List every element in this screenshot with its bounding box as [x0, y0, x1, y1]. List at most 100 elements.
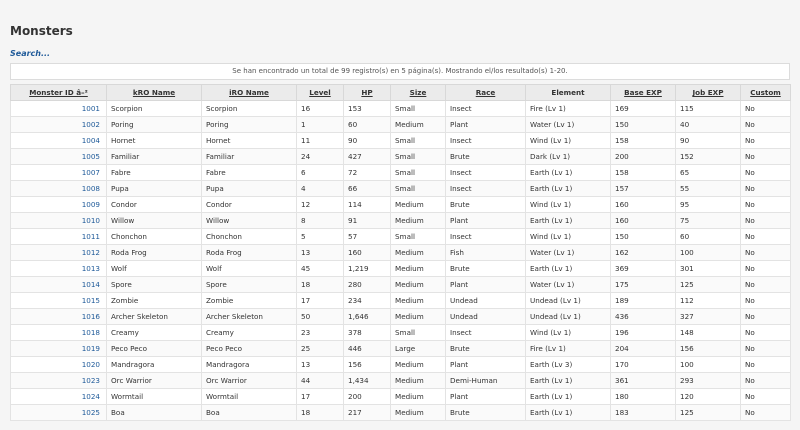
cell-level: 25: [296, 340, 344, 357]
monster-id-link[interactable]: 1010: [82, 216, 100, 225]
cell-custom: No: [740, 132, 791, 149]
cell-monster-id[interactable]: 1016: [10, 308, 107, 325]
cell-element: Earth (Lv 1): [525, 372, 611, 389]
col-header-custom[interactable]: Custom: [740, 84, 791, 101]
monster-id-link[interactable]: 1012: [82, 248, 100, 257]
job-exp-sort-link[interactable]: Job EXP: [693, 88, 724, 97]
hp-sort-link[interactable]: HP: [361, 88, 372, 97]
cell-monster-id[interactable]: 1014: [10, 276, 107, 293]
cell-kro-name: Condor: [106, 196, 202, 213]
cell-monster-id[interactable]: 1023: [10, 372, 107, 389]
cell-hp: 160: [343, 244, 391, 261]
col-header-hp[interactable]: HP: [343, 84, 391, 101]
cell-monster-id[interactable]: 1015: [10, 292, 107, 309]
monster-id-link[interactable]: 1025: [82, 408, 100, 417]
cell-job-exp: 60: [675, 228, 741, 245]
cell-custom: No: [740, 180, 791, 197]
cell-race: Plant: [445, 116, 526, 133]
table-row: 1024 Wormtail Wormtail 17 200 Medium Plant Eart…: [10, 388, 791, 405]
table-row: 1014 Spore Spore 18 280 Medium Plant Water (Lv …: [10, 276, 791, 293]
monster-id-link[interactable]: 1008: [82, 184, 100, 193]
monster-id-sort-link[interactable]: Monster ID â–²: [29, 88, 88, 97]
cell-base-exp: 189: [610, 292, 676, 309]
col-header-element: Element: [525, 84, 611, 101]
cell-monster-id[interactable]: 1002: [10, 116, 107, 133]
cell-kro-name: Hornet: [106, 132, 202, 149]
monster-id-link[interactable]: 1014: [82, 280, 100, 289]
cell-level: 8: [296, 212, 344, 229]
iro-name-sort-link[interactable]: iRO Name: [229, 88, 269, 97]
cell-level: 24: [296, 148, 344, 165]
col-header-race[interactable]: Race: [445, 84, 526, 101]
monster-id-link[interactable]: 1002: [82, 120, 100, 129]
monster-id-link[interactable]: 1019: [82, 344, 100, 353]
base-exp-sort-link[interactable]: Base EXP: [624, 88, 662, 97]
cell-kro-name: Willow: [106, 212, 202, 229]
size-sort-link[interactable]: Size: [410, 88, 427, 97]
cell-monster-id[interactable]: 1004: [10, 132, 107, 149]
table-row: 1007 Fabre Fabre 6 72 Small Insect Earth (Lv 1)…: [10, 164, 791, 181]
custom-sort-link[interactable]: Custom: [750, 88, 781, 97]
level-sort-link[interactable]: Level: [309, 88, 330, 97]
cell-monster-id[interactable]: 1020: [10, 356, 107, 373]
monster-id-link[interactable]: 1013: [82, 264, 100, 273]
cell-monster-id[interactable]: 1011: [10, 228, 107, 245]
cell-monster-id[interactable]: 1010: [10, 212, 107, 229]
race-sort-link[interactable]: Race: [476, 88, 496, 97]
cell-size: Small: [390, 132, 446, 149]
cell-monster-id[interactable]: 1007: [10, 164, 107, 181]
monster-id-link[interactable]: 1005: [82, 152, 100, 161]
kro-name-sort-link[interactable]: kRO Name: [133, 88, 175, 97]
monster-id-link[interactable]: 1015: [82, 296, 100, 305]
table-row: 1010 Willow Willow 8 91 Medium Plant Earth (Lv …: [10, 212, 791, 229]
cell-size: Medium: [390, 260, 446, 277]
cell-monster-id[interactable]: 1019: [10, 340, 107, 357]
col-header-kro-name[interactable]: kRO Name: [106, 84, 202, 101]
cell-level: 18: [296, 404, 344, 421]
cell-monster-id[interactable]: 1001: [10, 100, 107, 117]
cell-monster-id[interactable]: 1025: [10, 404, 107, 421]
cell-element: Wind (Lv 1): [525, 228, 611, 245]
col-header-base-exp[interactable]: Base EXP: [610, 84, 676, 101]
cell-iro-name: Wormtail: [201, 388, 297, 405]
monster-id-link[interactable]: 1007: [82, 168, 100, 177]
cell-base-exp: 169: [610, 100, 676, 117]
monster-id-link[interactable]: 1024: [82, 392, 100, 401]
cell-iro-name: Chonchon: [201, 228, 297, 245]
col-header-job-exp[interactable]: Job EXP: [675, 84, 741, 101]
cell-race: Insect: [445, 324, 526, 341]
col-header-size[interactable]: Size: [390, 84, 446, 101]
col-header-monster-id[interactable]: Monster ID â–²: [10, 84, 107, 101]
cell-base-exp: 196: [610, 324, 676, 341]
search-link[interactable]: Search...: [10, 49, 50, 58]
monster-id-link[interactable]: 1009: [82, 200, 100, 209]
cell-monster-id[interactable]: 1008: [10, 180, 107, 197]
monster-id-link[interactable]: 1018: [82, 328, 100, 337]
cell-kro-name: Creamy: [106, 324, 202, 341]
cell-job-exp: 152: [675, 148, 741, 165]
cell-custom: No: [740, 324, 791, 341]
cell-level: 50: [296, 308, 344, 325]
cell-monster-id[interactable]: 1024: [10, 388, 107, 405]
monster-id-link[interactable]: 1004: [82, 136, 100, 145]
cell-monster-id[interactable]: 1005: [10, 148, 107, 165]
monster-id-link[interactable]: 1020: [82, 360, 100, 369]
monster-id-link[interactable]: 1016: [82, 312, 100, 321]
monster-id-link[interactable]: 1011: [82, 232, 100, 241]
cell-kro-name: Roda Frog: [106, 244, 202, 261]
cell-race: Undead: [445, 292, 526, 309]
cell-job-exp: 156: [675, 340, 741, 357]
cell-kro-name: Mandragora: [106, 356, 202, 373]
monster-id-link[interactable]: 1023: [82, 376, 100, 385]
monster-id-link[interactable]: 1001: [82, 104, 100, 113]
cell-iro-name: Spore: [201, 276, 297, 293]
cell-size: Medium: [390, 244, 446, 261]
cell-monster-id[interactable]: 1012: [10, 244, 107, 261]
table-header-row: Monster ID â–² kRO Name iRO Name Level H…: [10, 84, 791, 101]
cell-monster-id[interactable]: 1009: [10, 196, 107, 213]
cell-custom: No: [740, 292, 791, 309]
cell-monster-id[interactable]: 1018: [10, 324, 107, 341]
col-header-iro-name[interactable]: iRO Name: [201, 84, 297, 101]
cell-monster-id[interactable]: 1013: [10, 260, 107, 277]
col-header-level[interactable]: Level: [296, 84, 344, 101]
